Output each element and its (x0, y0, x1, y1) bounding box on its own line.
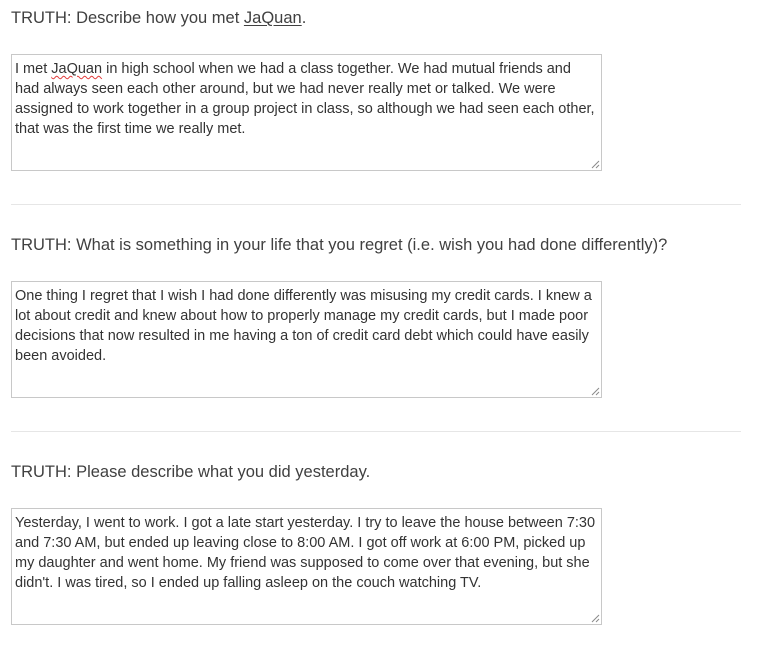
question-1-label-suffix: . (301, 9, 307, 27)
question-1: TRUTH: Describe how you met JaQuan. I me… (11, 8, 741, 171)
question-2: TRUTH: What is something in your life th… (11, 235, 741, 398)
answer-3-text: Yesterday, I went to work. I got a late … (15, 515, 600, 591)
answer-2-text: One thing I regret that I wish I had don… (15, 288, 596, 364)
question-1-label-prefix: TRUTH: Describe how you met (11, 9, 244, 27)
resize-handle-icon[interactable] (591, 160, 600, 169)
answer-3-textarea[interactable]: Yesterday, I went to work. I got a late … (11, 508, 602, 625)
section-divider (11, 204, 741, 205)
question-1-label-name: JaQuan (243, 9, 302, 27)
section-divider (11, 431, 741, 432)
question-1-label: TRUTH: Describe how you met JaQuan. (11, 8, 741, 28)
answer-1-text-rest: in high school when we had a class toget… (15, 61, 599, 137)
answer-1-spellcheck-word: JaQuan (51, 61, 103, 77)
answer-1-text-start: I met (15, 61, 52, 77)
answer-2-textarea[interactable]: One thing I regret that I wish I had don… (11, 281, 602, 398)
question-3-label: TRUTH: Please describe what you did yest… (11, 463, 371, 481)
answer-1-textarea[interactable]: I met JaQuan in high school when we had … (11, 54, 602, 171)
question-3: TRUTH: Please describe what you did yest… (11, 462, 741, 625)
resize-handle-icon[interactable] (591, 387, 600, 396)
question-2-label: TRUTH: What is something in your life th… (11, 236, 668, 254)
resize-handle-icon[interactable] (591, 614, 600, 623)
